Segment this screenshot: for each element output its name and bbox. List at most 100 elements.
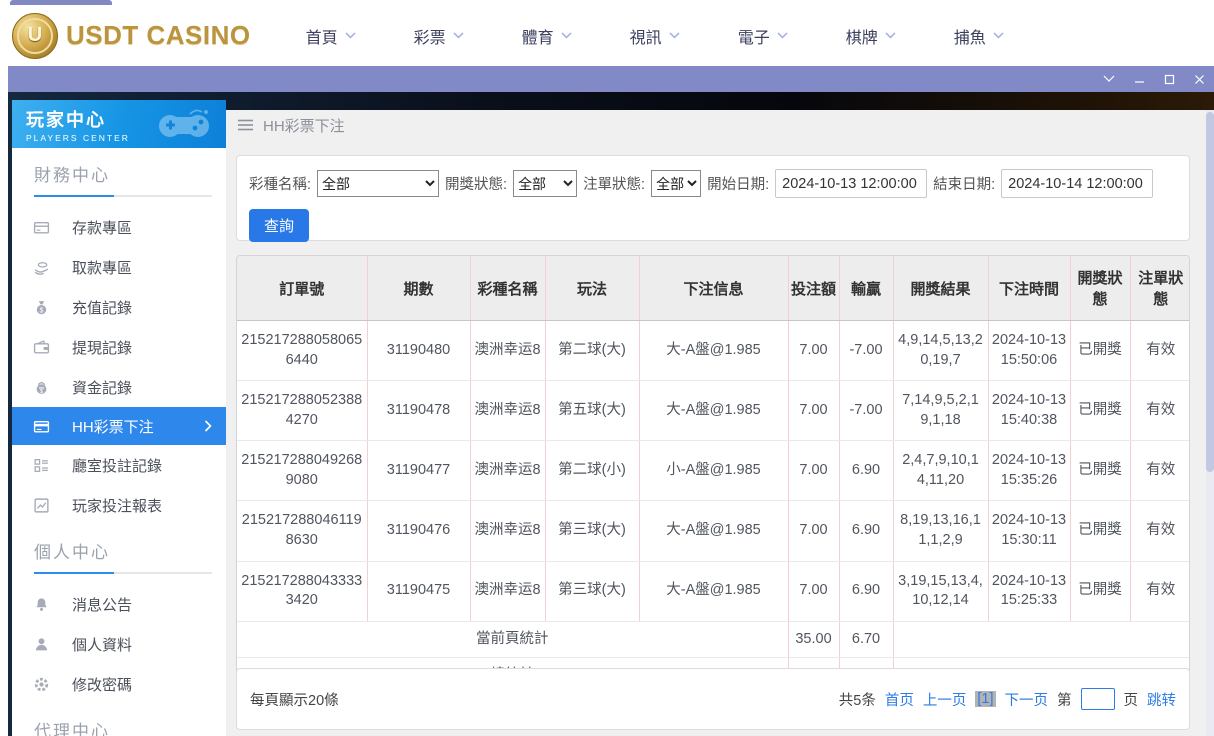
- site-header: U USDT CASINO 首頁 彩票 體育 視訊 電子: [0, 5, 1214, 66]
- profile-person-icon: [32, 635, 50, 653]
- close-icon: [1194, 74, 1205, 85]
- pagination-bar: 每頁顯示20條 共5条 首页 上一页 [1] 下一页 第 页 跳转: [236, 668, 1190, 730]
- chevron-down-icon: [453, 32, 464, 39]
- order-status-select[interactable]: 全部: [651, 170, 701, 197]
- window-titlebar: [8, 66, 1214, 92]
- nav-label: 捕魚: [954, 24, 986, 48]
- order-status-label: 注單狀態:: [583, 173, 645, 194]
- usdt-coin-icon: U: [12, 13, 58, 59]
- page-jump-input[interactable]: [1081, 688, 1115, 710]
- start-date-label: 開始日期:: [707, 173, 769, 194]
- content-header: HH彩票下注: [238, 110, 345, 140]
- window-minimize-button[interactable]: [1124, 66, 1154, 92]
- nav-item-slots[interactable]: 電子: [738, 24, 788, 48]
- jump-action-link[interactable]: 跳转: [1147, 689, 1176, 710]
- page-summary-label: 當前頁統計: [237, 621, 788, 658]
- deposit-icon: [32, 218, 50, 236]
- sidebar-item-label: 資金記錄: [72, 377, 132, 398]
- sidebar: 玩家中心 PLAYERS CENTER 財務中心 存款專區 取款專區: [12, 100, 226, 736]
- col-order-status: 注單狀態: [1130, 256, 1190, 321]
- next-page-link[interactable]: 下一页: [1005, 689, 1049, 710]
- col-winloss: 輸贏: [839, 256, 893, 321]
- sidebar-item-label: 充值記錄: [72, 297, 132, 318]
- window-dropdown-button[interactable]: [1094, 66, 1124, 92]
- announcement-bell-icon: [32, 595, 50, 613]
- sidebar-item-withdraw[interactable]: 取款專區: [12, 247, 226, 287]
- chevron-down-icon: [993, 32, 1004, 39]
- chevron-down-icon: [561, 32, 572, 39]
- nav-item-sports[interactable]: 體育: [522, 24, 572, 48]
- draw-status-select[interactable]: 全部: [513, 170, 577, 197]
- end-date-label: 結束日期:: [933, 173, 995, 194]
- sidebar-header: 玩家中心 PLAYERS CENTER: [12, 100, 226, 148]
- recharge-record-icon: $: [32, 298, 50, 316]
- sidebar-item-profile[interactable]: 個人資料: [12, 624, 226, 664]
- hamburger-menu-icon[interactable]: [238, 119, 253, 131]
- table-header-row: 訂單號 期數 彩種名稱 玩法 下注信息 投注額 輸贏 開獎結果 下注時間 開獎狀…: [237, 256, 1190, 321]
- nav-item-video[interactable]: 視訊: [630, 24, 680, 48]
- nav-label: 棋牌: [846, 24, 878, 48]
- sidebar-item-hall-bet-record[interactable]: 廳室投註記錄: [12, 445, 226, 485]
- nav-item-cards[interactable]: 棋牌: [846, 24, 896, 48]
- nav-item-home[interactable]: 首頁: [306, 24, 356, 48]
- sidebar-item-player-report[interactable]: 玩家投注報表: [12, 485, 226, 525]
- nav-label: 電子: [738, 24, 770, 48]
- sidebar-item-label: 玩家投注報表: [72, 495, 162, 516]
- page-title: HH彩票下注: [263, 115, 345, 136]
- bet-table: 訂單號 期數 彩種名稱 玩法 下注信息 投注額 輸贏 開獎結果 下注時間 開獎狀…: [237, 256, 1190, 694]
- col-period: 期數: [367, 256, 470, 321]
- site-logo[interactable]: U USDT CASINO: [12, 13, 251, 59]
- section-underline: [34, 195, 212, 197]
- table-row: 215217288043333342031190475澳洲幸运8第三球(大)大-…: [237, 561, 1190, 621]
- player-report-icon: [32, 496, 50, 514]
- sidebar-item-change-password[interactable]: 修改密碼: [12, 664, 226, 704]
- sidebar-item-label: 個人資料: [72, 634, 132, 655]
- start-date-input[interactable]: [775, 169, 927, 198]
- nav-item-fishing[interactable]: 捕魚: [954, 24, 1004, 48]
- sidebar-item-label: 存款專區: [72, 217, 132, 238]
- end-date-input[interactable]: [1001, 169, 1153, 198]
- password-gear-icon: [32, 675, 50, 693]
- scrollbar-thumb[interactable]: [1206, 112, 1214, 472]
- window-close-button[interactable]: [1184, 66, 1214, 92]
- window-body: 玩家中心 PLAYERS CENTER 財務中心 存款專區 取款專區: [8, 92, 1214, 736]
- col-draw-result: 開獎結果: [893, 256, 988, 321]
- bet-table-panel: 訂單號 期數 彩種名稱 玩法 下注信息 投注額 輸贏 開獎結果 下注時間 開獎狀…: [236, 255, 1190, 695]
- app-window: 玩家中心 PLAYERS CENTER 財務中心 存款專區 取款專區: [8, 66, 1214, 736]
- window-maximize-button[interactable]: [1154, 66, 1184, 92]
- col-bet-time: 下注時間: [988, 256, 1070, 321]
- first-page-link[interactable]: 首页: [885, 689, 914, 710]
- page-size-text: 每頁顯示20條: [250, 689, 339, 710]
- col-lottery-name: 彩種名稱: [470, 256, 545, 321]
- chevron-down-icon: [1103, 75, 1115, 83]
- hall-bet-record-icon: [32, 456, 50, 474]
- vertical-scrollbar[interactable]: [1206, 110, 1214, 736]
- jump-suffix-text: 页: [1124, 689, 1139, 710]
- col-bet-amount: 投注額: [788, 256, 839, 321]
- total-count-text: 共5条: [839, 689, 876, 710]
- prev-page-link[interactable]: 上一页: [923, 689, 967, 710]
- sidebar-item-label: 提現記錄: [72, 337, 132, 358]
- lottery-name-select[interactable]: 全部: [317, 170, 439, 197]
- nav-item-lottery[interactable]: 彩票: [414, 24, 464, 48]
- table-row: 215217288058065644031190480澳洲幸运8第二球(大)大-…: [237, 321, 1190, 381]
- col-play-type: 玩法: [545, 256, 639, 321]
- current-page-indicator: [1]: [975, 691, 995, 707]
- query-button[interactable]: 查詢: [249, 209, 309, 242]
- sidebar-item-announcements[interactable]: 消息公告: [12, 584, 226, 624]
- col-order-no: 訂單號: [237, 256, 367, 321]
- main-nav: 首頁 彩票 體育 視訊 電子 棋牌: [306, 24, 1004, 48]
- sidebar-item-withdrawal-record[interactable]: 提現記錄: [12, 327, 226, 367]
- page-summary-winloss: 6.70: [839, 621, 893, 658]
- minimize-icon: [1134, 74, 1145, 85]
- sidebar-item-hh-lottery-bet[interactable]: HH彩票下注: [12, 407, 226, 445]
- sidebar-item-label: 取款專區: [72, 257, 132, 278]
- main-content: HH彩票下注 彩種名稱: 全部 開獎狀態: 全部 注單狀態: 全部 開始日期: …: [226, 110, 1206, 736]
- sidebar-item-funds-record[interactable]: $ 資金記錄: [12, 367, 226, 407]
- page-summary-row: 當前頁統計 35.00 6.70: [237, 621, 1190, 658]
- nav-label: 體育: [522, 24, 554, 48]
- chevron-right-icon: [204, 420, 212, 432]
- sidebar-item-recharge-record[interactable]: $ 充值記錄: [12, 287, 226, 327]
- sidebar-item-deposit[interactable]: 存款專區: [12, 207, 226, 247]
- chevron-down-icon: [345, 32, 356, 39]
